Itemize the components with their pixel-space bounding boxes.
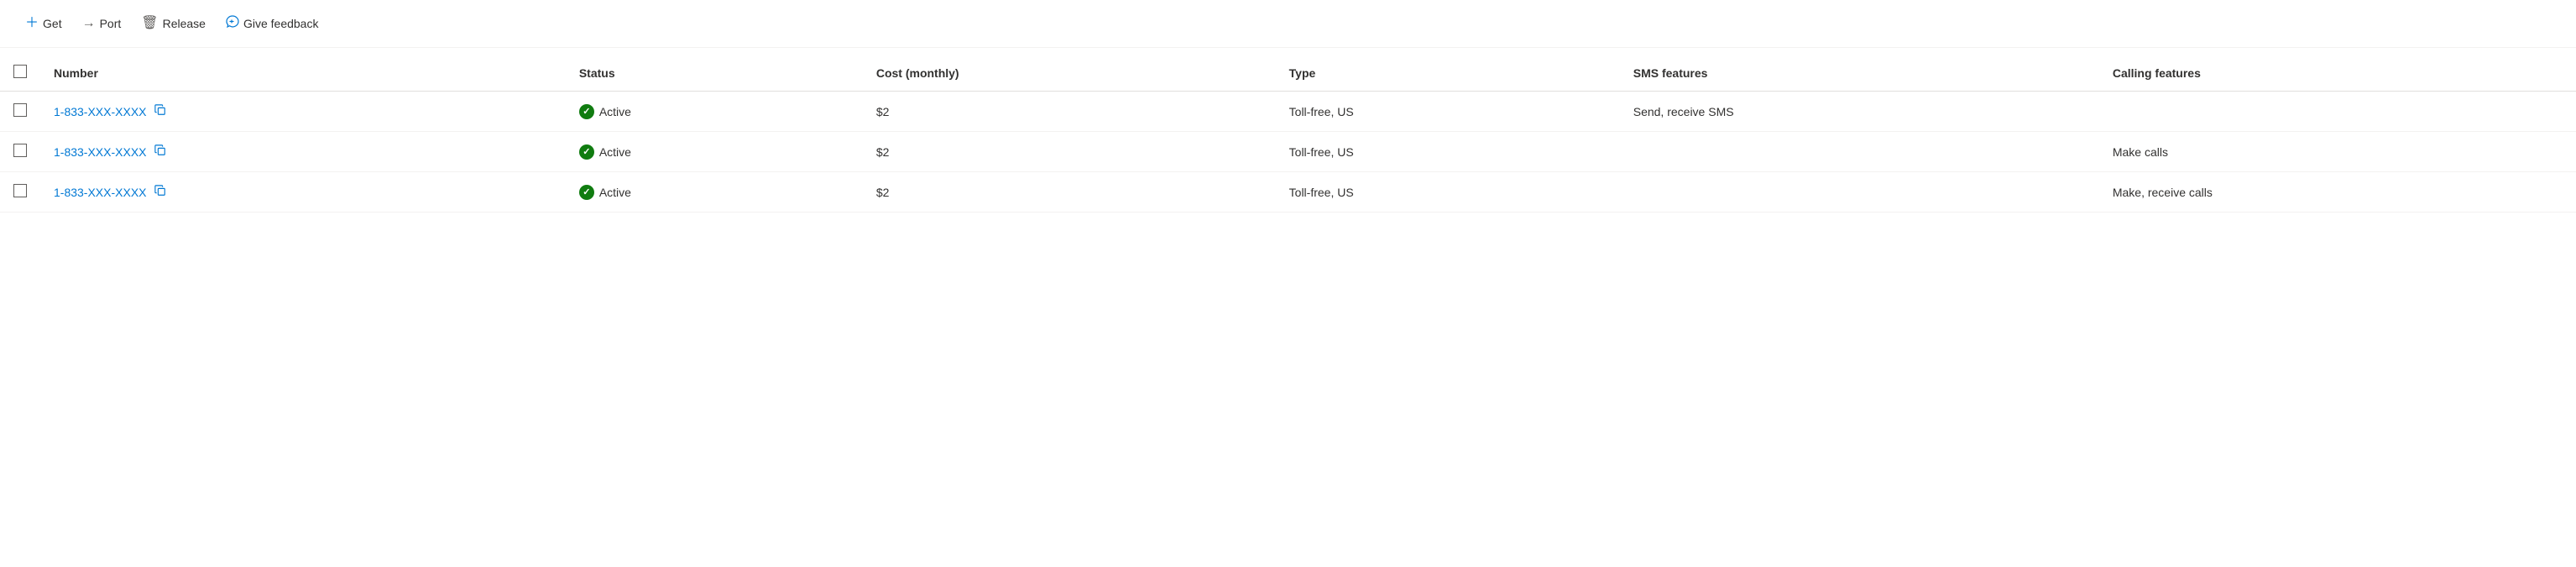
status-text-2: Active bbox=[599, 186, 631, 199]
cell-type-0: Toll-free, US bbox=[1276, 92, 1620, 132]
cell-status-1: Active bbox=[566, 132, 863, 172]
copy-icon-2[interactable] bbox=[154, 185, 166, 197]
get-button[interactable]: ＋ Get bbox=[17, 12, 71, 35]
toolbar: ＋ Get → Port 🗑 Release Give feedback bbox=[0, 0, 2576, 48]
cell-sms-0: Send, receive SMS bbox=[1620, 92, 2099, 132]
phone-number-link-0[interactable]: 1-833-XXX-XXXX bbox=[54, 105, 147, 118]
port-label: Port bbox=[100, 17, 122, 30]
trash-icon: 🗑 bbox=[141, 17, 158, 30]
release-button[interactable]: 🗑 Release bbox=[133, 12, 214, 35]
phone-numbers-table-container: Number Status Cost (monthly) Type SMS fe… bbox=[0, 48, 2576, 219]
col-header-number: Number bbox=[40, 55, 566, 92]
row-checkbox-2[interactable] bbox=[13, 184, 27, 197]
copy-icon-0[interactable] bbox=[154, 104, 166, 116]
phone-number-link-1[interactable]: 1-833-XXX-XXXX bbox=[54, 145, 147, 159]
cell-calling-2: Make, receive calls bbox=[2099, 172, 2576, 213]
release-label: Release bbox=[163, 17, 206, 30]
table-row: 1-833-XXX-XXXX Active $2 Toll-free, US S… bbox=[0, 92, 2576, 132]
arrow-right-icon: → bbox=[82, 17, 96, 30]
cell-number-1: 1-833-XXX-XXXX bbox=[40, 132, 566, 172]
cell-cost-1: $2 bbox=[863, 132, 1276, 172]
active-status-icon-2 bbox=[579, 185, 594, 200]
cell-calling-0 bbox=[2099, 92, 2576, 132]
phone-numbers-table: Number Status Cost (monthly) Type SMS fe… bbox=[0, 55, 2576, 213]
table-row: 1-833-XXX-XXXX Active $2 Toll-free, US M… bbox=[0, 172, 2576, 213]
cell-type-1: Toll-free, US bbox=[1276, 132, 1620, 172]
copy-icon-1[interactable] bbox=[154, 144, 166, 156]
col-header-calling: Calling features bbox=[2099, 55, 2576, 92]
feedback-label: Give feedback bbox=[243, 17, 319, 30]
cell-number-2: 1-833-XXX-XXXX bbox=[40, 172, 566, 213]
cell-sms-2 bbox=[1620, 172, 2099, 213]
cell-sms-1 bbox=[1620, 132, 2099, 172]
row-checkbox-0[interactable] bbox=[13, 103, 27, 117]
cell-status-0: Active bbox=[566, 92, 863, 132]
get-label: Get bbox=[43, 17, 62, 30]
phone-number-link-2[interactable]: 1-833-XXX-XXXX bbox=[54, 186, 147, 199]
active-status-icon-1 bbox=[579, 144, 594, 160]
col-header-type: Type bbox=[1276, 55, 1620, 92]
active-status-icon-0 bbox=[579, 104, 594, 119]
col-header-sms: SMS features bbox=[1620, 55, 2099, 92]
cell-number-0: 1-833-XXX-XXXX bbox=[40, 92, 566, 132]
plus-icon: ＋ bbox=[25, 17, 39, 30]
status-text-0: Active bbox=[599, 105, 631, 118]
row-checkbox-1[interactable] bbox=[13, 144, 27, 157]
col-header-status: Status bbox=[566, 55, 863, 92]
port-button[interactable]: → Port bbox=[74, 12, 130, 35]
col-header-cost: Cost (monthly) bbox=[863, 55, 1276, 92]
cell-type-2: Toll-free, US bbox=[1276, 172, 1620, 213]
cell-cost-2: $2 bbox=[863, 172, 1276, 213]
feedback-button[interactable]: Give feedback bbox=[217, 10, 327, 37]
table-row: 1-833-XXX-XXXX Active $2 Toll-free, US M… bbox=[0, 132, 2576, 172]
status-text-1: Active bbox=[599, 145, 631, 159]
cell-status-2: Active bbox=[566, 172, 863, 213]
select-all-checkbox[interactable] bbox=[13, 65, 27, 78]
cell-cost-0: $2 bbox=[863, 92, 1276, 132]
cell-calling-1: Make calls bbox=[2099, 132, 2576, 172]
feedback-icon bbox=[226, 15, 239, 32]
